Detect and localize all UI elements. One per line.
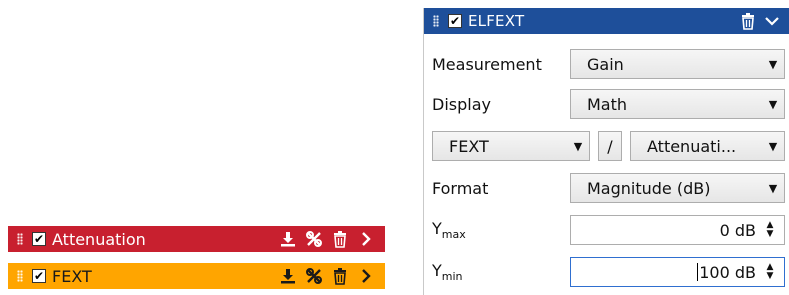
ymin-label-main: Y (432, 260, 442, 280)
ymax-label: Ymax (432, 219, 466, 241)
display-value: Math (587, 94, 628, 114)
trace-label-fext: FEXT (52, 266, 92, 286)
display-label: Display (432, 94, 491, 114)
measurement-label: Measurement (432, 54, 542, 74)
download-icon[interactable] (279, 230, 297, 248)
drag-grip-icon[interactable] (8, 233, 32, 245)
math-right-select[interactable]: Attenuati... ▼ (630, 131, 785, 161)
ymin-value: 100 dB (699, 262, 756, 282)
caret-down-icon: ▼ (573, 139, 583, 153)
spinner-icon[interactable]: ▲ ▼ (762, 221, 778, 239)
ymax-input[interactable]: 0 dB ▲ ▼ (570, 215, 785, 245)
ymax-label-main: Y (432, 218, 442, 238)
math-right-value: Attenuati... (647, 136, 737, 156)
trace-bar-fext[interactable]: ✔ FEXT (8, 263, 385, 289)
caret-down-icon: ▼ (768, 97, 778, 111)
display-select[interactable]: Math ▼ (570, 89, 785, 119)
trace-checkbox-attenuation[interactable]: ✔ (32, 232, 46, 246)
math-left-value: FEXT (449, 136, 489, 156)
chevron-right-icon[interactable] (357, 267, 375, 285)
trash-icon[interactable] (739, 12, 757, 30)
ymax-label-sub: max (441, 228, 466, 242)
ymax-value: 0 dB (719, 220, 756, 240)
panel-checkbox[interactable]: ✔ (448, 14, 462, 28)
trace-label-attenuation: Attenuation (52, 229, 146, 249)
measurement-select[interactable]: Gain ▼ (570, 49, 785, 79)
panel-title: ELFEXT (468, 12, 525, 30)
measurement-value: Gain (587, 54, 624, 74)
ymin-label: Ymin (432, 261, 463, 283)
trash-icon[interactable] (331, 230, 349, 248)
trace-bar-attenuation[interactable]: ✔ Attenuation (8, 226, 385, 252)
chevron-down-icon[interactable] (763, 12, 781, 30)
format-select[interactable]: Magnitude (dB) ▼ (570, 173, 785, 203)
download-icon[interactable] (279, 267, 297, 285)
ymin-label-sub: min (441, 270, 463, 284)
format-value: Magnitude (dB) (587, 178, 711, 198)
caret-down-icon: ▼ (768, 181, 778, 195)
display-row: Display Math ▼ (424, 88, 789, 120)
trash-icon[interactable] (331, 267, 349, 285)
trace-properties-panel: ✔ ELFEXT Measurement Gain ▼ Display Math… (423, 8, 789, 295)
measurement-row: Measurement Gain ▼ (424, 48, 789, 80)
chevron-right-icon[interactable] (357, 230, 375, 248)
math-operator-button[interactable]: / (598, 131, 622, 161)
math-row: FEXT ▼ / Attenuati... ▼ (424, 130, 789, 162)
trace-checkbox-fext[interactable]: ✔ (32, 269, 46, 283)
format-row: Format Magnitude (dB) ▼ (424, 172, 789, 204)
caret-down-icon: ▼ (768, 139, 778, 153)
unlink-icon[interactable] (305, 267, 323, 285)
caret-down-icon: ▼ (768, 57, 778, 71)
ymin-input[interactable]: 100 dB ▲ ▼ (570, 257, 785, 287)
ymax-row: Ymax 0 dB ▲ ▼ (424, 214, 789, 246)
unlink-icon[interactable] (305, 230, 323, 248)
ymin-row: Ymin 100 dB ▲ ▼ (424, 256, 789, 288)
format-label: Format (432, 178, 489, 198)
math-left-select[interactable]: FEXT ▼ (432, 131, 590, 161)
spinner-icon[interactable]: ▲ ▼ (762, 263, 778, 281)
drag-grip-icon[interactable] (8, 270, 32, 282)
drag-grip-icon[interactable] (424, 15, 448, 27)
panel-header[interactable]: ✔ ELFEXT (424, 8, 789, 34)
